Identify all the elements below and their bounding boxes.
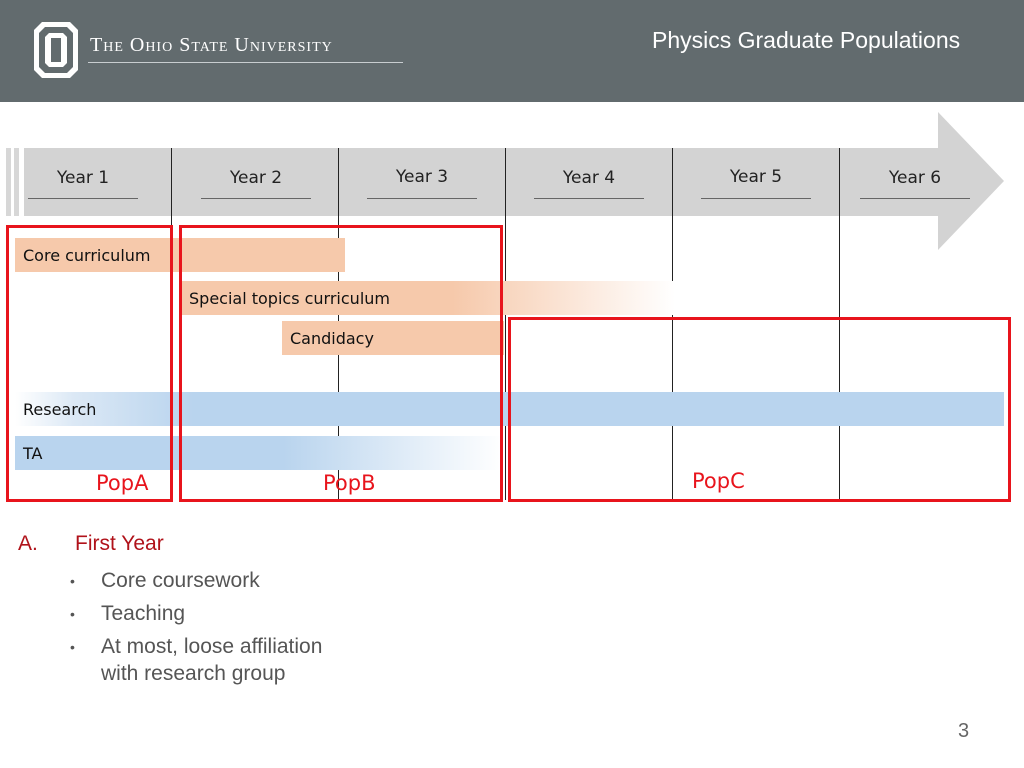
list-item: Core coursework xyxy=(101,569,260,592)
year-divider xyxy=(505,148,506,500)
year-label: Year 2 xyxy=(229,168,283,188)
bullet-icon: • xyxy=(70,639,75,655)
year-underline xyxy=(534,198,644,199)
year-label: Year 6 xyxy=(888,168,942,188)
popa-label: PopA xyxy=(96,471,149,495)
bullet-icon: • xyxy=(70,606,75,622)
popb-outline xyxy=(179,225,503,502)
year-underline xyxy=(860,198,970,199)
page-number: 3 xyxy=(958,720,970,742)
year-underline xyxy=(701,198,811,199)
popb-label: PopB xyxy=(323,471,376,495)
year-label: Year 3 xyxy=(395,167,449,187)
year-underline xyxy=(28,198,138,199)
popc-label: PopC xyxy=(692,469,745,493)
list-marker: A. xyxy=(18,532,38,555)
list-heading: A. First Year xyxy=(18,532,164,556)
year-label: Year 4 xyxy=(562,168,616,188)
bullet-icon: • xyxy=(70,573,75,589)
list-heading-text: First Year xyxy=(75,532,164,555)
year-underline xyxy=(367,198,477,199)
popc-outline xyxy=(508,317,1011,502)
popa-outline xyxy=(6,225,173,502)
year-underline xyxy=(201,198,311,199)
list-item: At most, loose affiliation with research… xyxy=(101,635,323,685)
year-label: Year 1 xyxy=(56,168,110,188)
year-label: Year 5 xyxy=(729,167,783,187)
list-item: Teaching xyxy=(101,602,186,625)
